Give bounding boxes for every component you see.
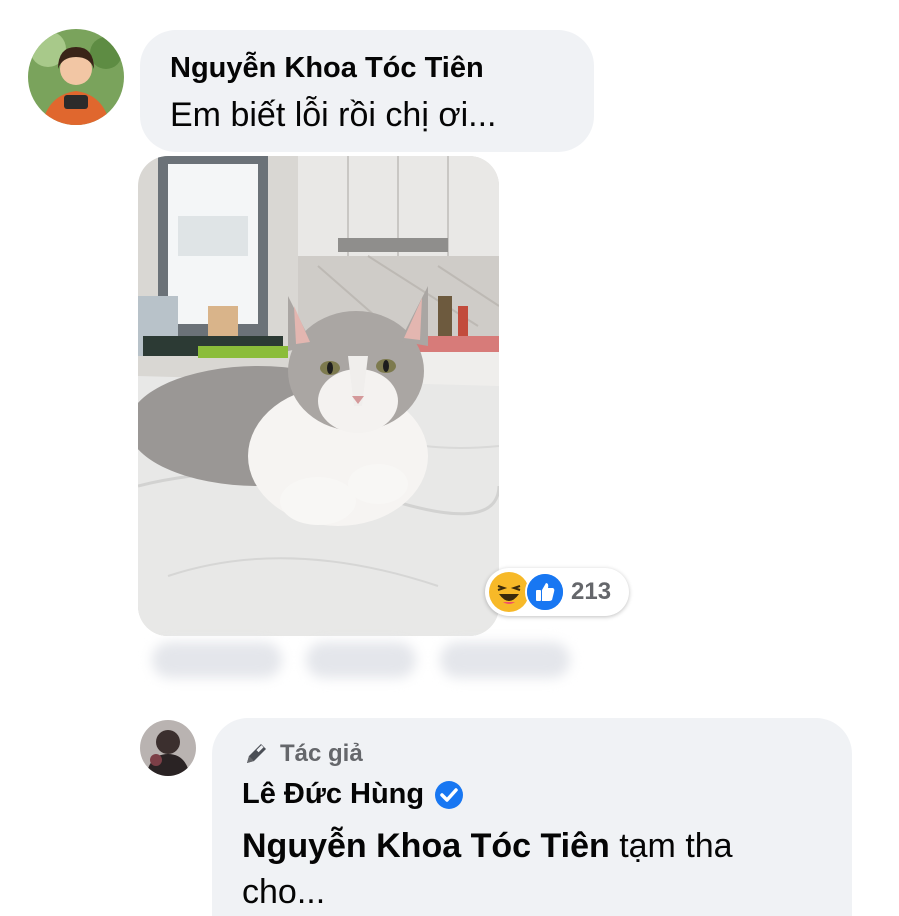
like-icon [525,572,565,612]
author-badge: Tác giả [242,740,822,768]
reactions-summary[interactable]: 213 [485,568,629,616]
reply-avatar[interactable] [140,720,196,776]
comment-actions-blurred [440,642,570,678]
comment-bubble: Nguyễn Khoa Tóc Tiên Em biết lỗi rồi chị… [140,30,594,152]
comment-author-name[interactable]: Nguyễn Khoa Tóc Tiên [170,52,484,85]
reaction-count: 213 [571,578,612,605]
haha-icon [489,572,529,612]
author-badge-label: Tác giả [280,740,363,767]
pencil-icon [242,740,270,768]
commenter-avatar[interactable] [28,29,124,125]
reply-bubble: Tác giả Lê Đức Hùng Nguyễn Khoa Tóc Tiên… [212,718,852,916]
comment-photo[interactable] [138,156,499,636]
reply-author-name[interactable]: Lê Đức Hùng [242,778,424,811]
comment-actions-blurred [152,642,282,678]
reply-text: Nguyễn Khoa Tóc Tiên tạm tha cho... [242,823,822,915]
verified-icon [434,780,464,810]
comment-text: Em biết lỗi rồi chị ơi... [170,96,497,134]
comment-actions-blurred [306,642,416,678]
mention-link[interactable]: Nguyễn Khoa Tóc Tiên [242,827,610,865]
